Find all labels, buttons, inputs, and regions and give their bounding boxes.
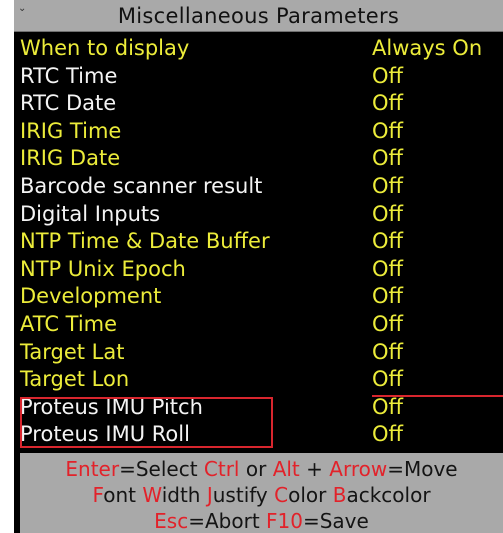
hint-key-esc: Esc <box>154 509 189 533</box>
row-target-lat[interactable]: Target Lat Off <box>14 339 503 367</box>
row-value[interactable]: Off <box>372 394 403 422</box>
row-rtc-date[interactable]: RTC Date Off <box>14 90 503 118</box>
selection-underline <box>372 395 503 397</box>
hint-key-enter: Enter <box>65 457 120 481</box>
hint-key-width: W <box>142 483 162 507</box>
hint-text: ackcolor <box>346 483 431 507</box>
hint-line-exit: Esc=Abort F10=Save <box>20 509 503 533</box>
row-value[interactable]: Off <box>372 366 403 394</box>
row-value[interactable]: Off <box>372 118 403 146</box>
hint-text: =Abort <box>188 509 267 533</box>
key-hints-bar: Enter=Select Ctrl or Alt + Arrow=Move Fo… <box>20 453 503 533</box>
row-label: ATC Time <box>20 311 118 336</box>
row-value[interactable]: Always On <box>372 35 482 63</box>
hint-text: =Move <box>387 457 458 481</box>
hint-key-arrow: Arrow <box>329 457 388 481</box>
hint-key-alt: Alt <box>272 457 300 481</box>
row-ntp-time-date-buffer[interactable]: NTP Time & Date Buffer Off <box>14 228 503 256</box>
row-irig-time[interactable]: IRIG Time Off <box>14 118 503 146</box>
row-target-lon[interactable]: Target Lon Off <box>14 366 503 394</box>
row-label: Development <box>20 284 162 309</box>
hint-text: ustify <box>212 483 275 507</box>
hint-key-ctrl: Ctrl <box>203 457 240 481</box>
row-value[interactable]: Off <box>372 421 403 449</box>
titlebar: ⌄ Miscellaneous Parameters <box>14 0 503 32</box>
row-barcode-scanner-result[interactable]: Barcode scanner result Off <box>14 173 503 201</box>
hint-text: idth <box>161 483 207 507</box>
hint-key-font-f: F <box>92 483 104 507</box>
annotation-highlight-box <box>20 397 273 448</box>
row-digital-inputs[interactable]: Digital Inputs Off <box>14 201 503 229</box>
row-label: Barcode scanner result <box>20 173 263 198</box>
row-when-to-display[interactable]: When to display Always On <box>14 35 503 63</box>
row-label: NTP Time & Date Buffer <box>20 229 270 254</box>
row-value[interactable]: Off <box>372 228 403 256</box>
row-label: RTC Time <box>20 63 118 88</box>
hint-key-color: C <box>274 483 289 507</box>
row-label: Target Lat <box>20 339 125 364</box>
hint-text: ont <box>103 483 143 507</box>
row-value[interactable]: Off <box>372 311 403 339</box>
row-label: RTC Date <box>20 91 117 116</box>
row-value[interactable]: Off <box>372 256 403 284</box>
hint-text: + <box>299 457 330 481</box>
row-value[interactable]: Off <box>372 201 403 229</box>
row-value[interactable]: Off <box>372 173 403 201</box>
hint-text: or <box>239 457 273 481</box>
row-label: Target Lon <box>20 367 130 392</box>
row-label: When to display <box>20 36 190 60</box>
row-label: IRIG Date <box>20 146 121 171</box>
parameters-panel: ⌄ Miscellaneous Parameters When to displ… <box>14 0 503 533</box>
row-label: NTP Unix Epoch <box>20 256 186 281</box>
row-ntp-unix-epoch[interactable]: NTP Unix Epoch Off <box>14 256 503 284</box>
row-development[interactable]: Development Off <box>14 283 503 311</box>
parameter-list: When to display Always On RTC Time Off R… <box>14 35 503 449</box>
hint-text: =Select <box>119 457 204 481</box>
row-atc-time[interactable]: ATC Time Off <box>14 311 503 339</box>
hint-line-navigation: Enter=Select Ctrl or Alt + Arrow=Move <box>20 457 503 481</box>
hint-key-backcolor: B <box>332 483 347 507</box>
hint-key-f10: F10 <box>266 509 303 533</box>
hint-line-formatting: Font Width Justify Color Backcolor <box>20 483 503 507</box>
hint-text: olor <box>288 483 333 507</box>
row-label: IRIG Time <box>20 118 122 143</box>
hint-text: =Save <box>302 509 369 533</box>
row-rtc-time[interactable]: RTC Time Off <box>14 63 503 91</box>
row-value[interactable]: Off <box>372 145 403 173</box>
row-value[interactable]: Off <box>372 339 403 367</box>
row-value[interactable]: Off <box>372 63 403 91</box>
row-value[interactable]: Off <box>372 283 403 311</box>
row-value[interactable]: Off <box>372 90 403 118</box>
row-label: Digital Inputs <box>20 201 161 226</box>
row-irig-date[interactable]: IRIG Date Off <box>14 145 503 173</box>
page-title: Miscellaneous Parameters <box>117 4 400 28</box>
